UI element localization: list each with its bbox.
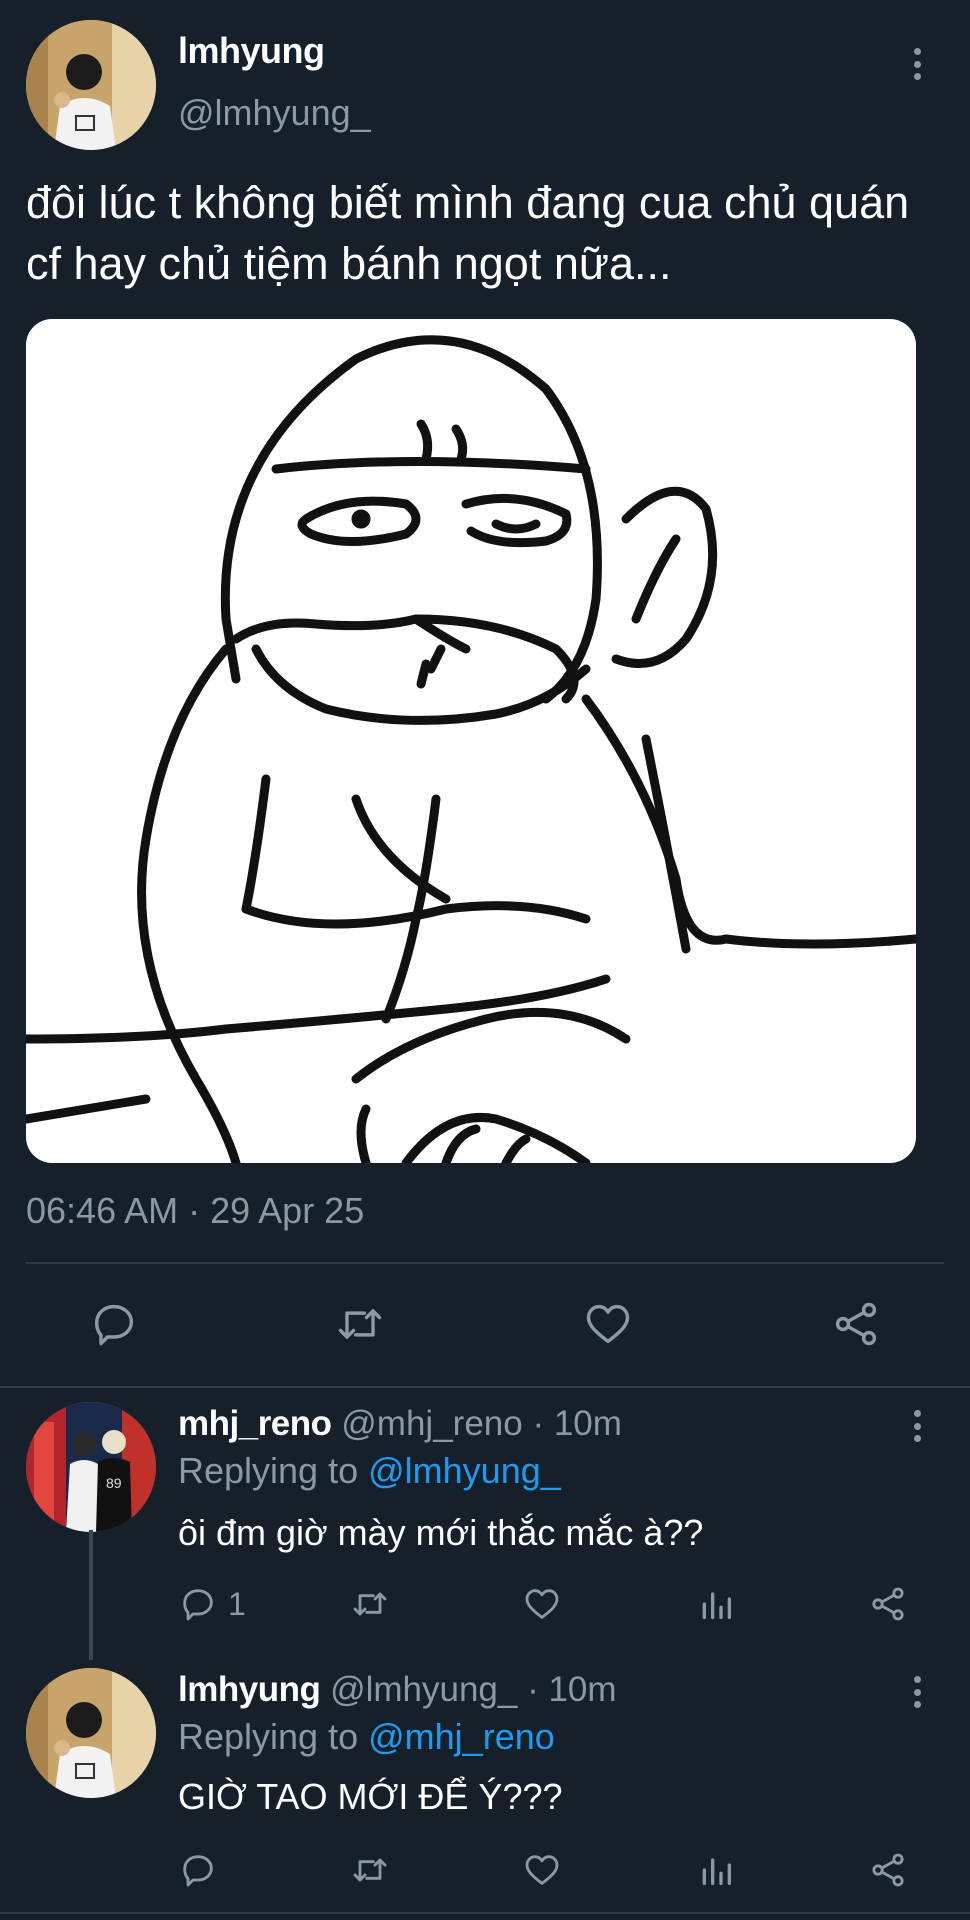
thread-line bbox=[89, 1530, 93, 1660]
reply-avatar-mhj-reno[interactable]: 89 bbox=[26, 1402, 156, 1532]
like-icon[interactable] bbox=[522, 1584, 562, 1624]
reply-display-name[interactable]: lmhyung bbox=[178, 1670, 321, 1709]
share-icon[interactable] bbox=[868, 1584, 908, 1624]
more-options-icon[interactable] bbox=[905, 1672, 929, 1712]
divider bbox=[0, 1386, 970, 1388]
reply-text: ôi đm giờ mày mới thắc mắc à?? bbox=[178, 1512, 704, 1553]
svg-text:89: 89 bbox=[106, 1475, 122, 1491]
mention-link[interactable]: @lmhyung_ bbox=[368, 1450, 561, 1491]
reply-meta: @mhj_reno · 10m bbox=[341, 1404, 622, 1443]
divider bbox=[26, 1262, 944, 1264]
more-options-icon[interactable] bbox=[905, 44, 929, 84]
divider bbox=[0, 1912, 970, 1914]
retweet-icon[interactable] bbox=[350, 1850, 390, 1890]
reply-icon[interactable] bbox=[178, 1850, 218, 1890]
reply-text: GIỜ TAO MỚI ĐỂ Ý??? bbox=[178, 1776, 563, 1817]
reply-meta: @lmhyung_ · 10m bbox=[330, 1670, 617, 1709]
main-avatar[interactable] bbox=[26, 20, 156, 150]
replying-label: Replying to bbox=[178, 1450, 359, 1491]
replying-to: Replying to @mhj_reno bbox=[178, 1716, 555, 1758]
main-handle[interactable]: @lmhyung_ bbox=[178, 92, 371, 134]
reply-icon[interactable] bbox=[88, 1298, 140, 1350]
reply-header: lmhyung @lmhyung_ · 10m bbox=[178, 1670, 617, 1710]
reply-display-name[interactable]: mhj_reno bbox=[178, 1404, 332, 1443]
analytics-icon[interactable] bbox=[696, 1584, 736, 1624]
reply-avatar-lmhyung[interactable] bbox=[26, 1668, 156, 1798]
tweet-timestamp: 06:46 AM · 29 Apr 25 bbox=[26, 1190, 365, 1231]
mention-link[interactable]: @mhj_reno bbox=[368, 1716, 555, 1757]
share-icon[interactable] bbox=[868, 1850, 908, 1890]
replying-label: Replying to bbox=[178, 1716, 359, 1757]
more-options-icon[interactable] bbox=[905, 1406, 929, 1446]
retweet-icon[interactable] bbox=[334, 1298, 386, 1350]
like-icon[interactable] bbox=[582, 1298, 634, 1350]
reply-icon[interactable] bbox=[178, 1584, 218, 1624]
analytics-icon[interactable] bbox=[696, 1850, 736, 1890]
like-icon[interactable] bbox=[522, 1850, 562, 1890]
tweet-image[interactable] bbox=[26, 319, 916, 1163]
reply-count: 1 bbox=[228, 1586, 246, 1622]
replying-to: Replying to @lmhyung_ bbox=[178, 1450, 561, 1492]
retweet-icon[interactable] bbox=[350, 1584, 390, 1624]
tweet-text: đôi lúc t không biết mình đang cua chủ q… bbox=[26, 177, 910, 289]
reply-header: mhj_reno @mhj_reno · 10m bbox=[178, 1404, 622, 1444]
main-display-name[interactable]: lmhyung bbox=[178, 30, 325, 72]
share-icon[interactable] bbox=[830, 1298, 882, 1350]
